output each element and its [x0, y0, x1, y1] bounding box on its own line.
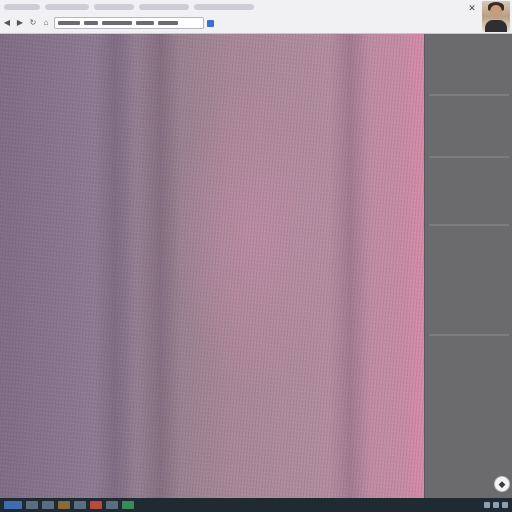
taskbar-app-icon[interactable] — [74, 501, 86, 509]
side-panel-divider — [429, 224, 509, 226]
taskbar-app-icon[interactable] — [42, 501, 54, 509]
browser-tab[interactable] — [139, 4, 189, 10]
assistant-icon[interactable]: ◆ — [494, 476, 510, 492]
browser-tab[interactable] — [4, 4, 40, 10]
tab-strip — [0, 0, 470, 14]
address-text-fragment — [158, 21, 178, 25]
browser-tab[interactable] — [194, 4, 254, 10]
extension-icon[interactable] — [207, 19, 214, 27]
home-icon[interactable]: ⌂ — [41, 18, 51, 28]
side-panel-divider — [429, 334, 509, 336]
taskbar-app-icon[interactable] — [26, 501, 38, 509]
browser-tab[interactable] — [45, 4, 89, 10]
screen: ◀ ▶ ↻ ⌂ ✕ ◆ — [0, 0, 512, 512]
forward-arrow-icon[interactable]: ▶ — [15, 18, 25, 28]
taskbar-app-icon[interactable] — [122, 501, 134, 509]
side-panel — [424, 34, 512, 498]
volume-icon[interactable] — [493, 502, 499, 508]
browser-tab[interactable] — [94, 4, 134, 10]
address-bar[interactable] — [54, 17, 204, 29]
taskbar-app-icon[interactable] — [58, 501, 70, 509]
taskbar-app-icon[interactable] — [90, 501, 102, 509]
clock-icon[interactable] — [502, 502, 508, 508]
close-icon[interactable]: ✕ — [468, 4, 476, 13]
address-text-fragment — [84, 21, 98, 25]
canvas-streak — [330, 34, 370, 498]
canvas-streak — [140, 34, 180, 498]
image-canvas — [0, 34, 424, 498]
system-tray — [484, 500, 508, 510]
browser-toolbar: ◀ ▶ ↻ ⌂ ✕ — [0, 0, 512, 34]
avatar-body — [485, 20, 507, 32]
address-text-fragment — [102, 21, 132, 25]
taskbar-app-icon[interactable] — [106, 501, 118, 509]
start-button[interactable] — [4, 501, 22, 509]
avatar-face — [490, 5, 502, 19]
address-text-fragment — [58, 21, 80, 25]
back-arrow-icon[interactable]: ◀ — [2, 18, 12, 28]
user-avatar[interactable] — [482, 1, 510, 32]
canvas-streak — [95, 34, 135, 498]
address-text-fragment — [136, 21, 154, 25]
side-panel-divider — [429, 156, 509, 158]
network-icon[interactable] — [484, 502, 490, 508]
reload-icon[interactable]: ↻ — [28, 18, 38, 28]
taskbar — [0, 498, 512, 512]
side-panel-divider — [429, 94, 509, 96]
navigation-row: ◀ ▶ ↻ ⌂ — [0, 14, 480, 32]
